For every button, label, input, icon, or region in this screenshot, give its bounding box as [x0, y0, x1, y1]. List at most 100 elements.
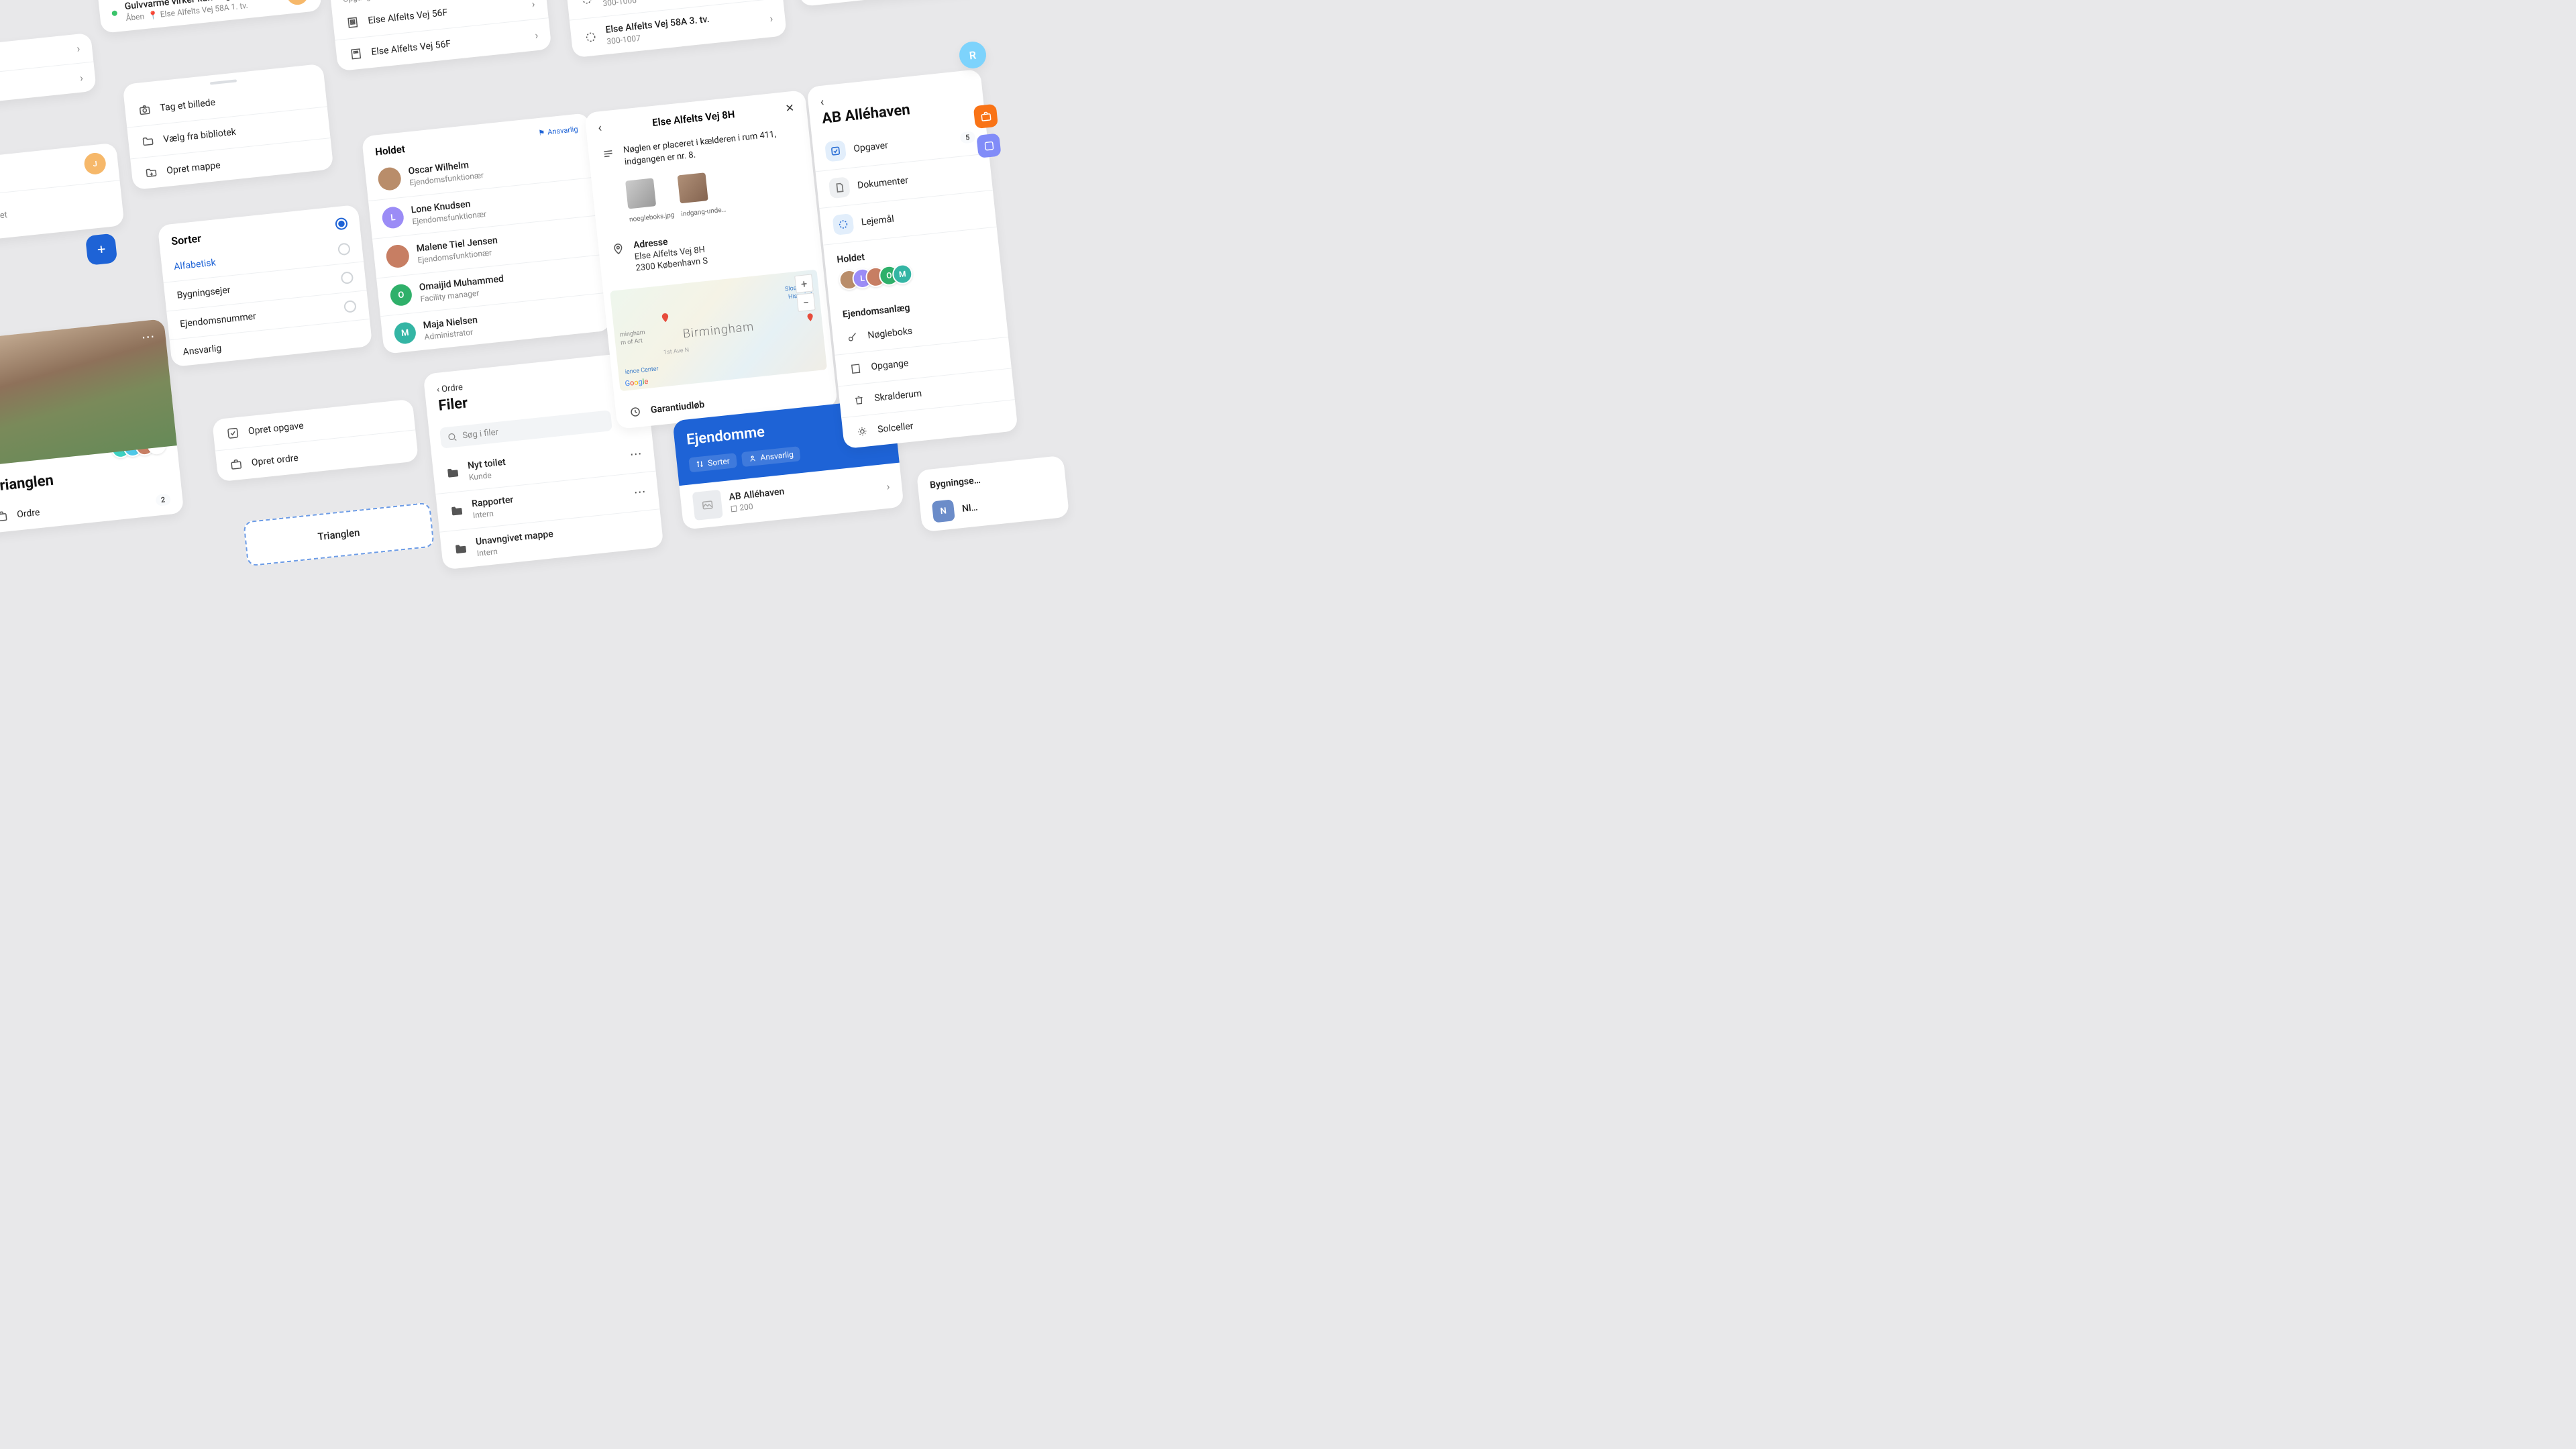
stairway-label: Else Alfelts Vej 56F: [371, 39, 451, 58]
search-placeholder: Søg i filer: [462, 427, 499, 441]
count-badge: 2: [155, 493, 171, 506]
chevron-icon: ›: [769, 11, 773, 24]
close-icon[interactable]: ✕: [785, 101, 795, 115]
chevron-icon: ›: [76, 42, 80, 55]
folder-icon: [140, 133, 156, 150]
back-icon[interactable]: ‹: [597, 121, 602, 135]
filter-chip[interactable]: Ansvarlig: [741, 446, 801, 467]
task-item[interactable]: Gulvvarme virker kun nogle gange Åben 📍 …: [98, 0, 322, 34]
search-icon: [447, 431, 458, 442]
zoom-out-button[interactable]: −: [796, 293, 816, 313]
description-icon: [600, 146, 616, 162]
zoom-in-button[interactable]: +: [794, 274, 814, 294]
sort-label: Bygningsejer: [176, 284, 231, 301]
image-label: noegleboks.jpg: [629, 212, 675, 224]
facility-label: Solceller: [877, 421, 914, 435]
menu-label: Vælg fra bibliotek: [163, 127, 237, 145]
chevron-icon: ›: [79, 71, 84, 84]
chevron-icon: ›: [885, 480, 890, 492]
document-icon: [828, 176, 851, 199]
menu-label: Opret opgave: [248, 421, 304, 437]
radio-icon[interactable]: [343, 300, 357, 313]
menu-label: Opret ordre: [251, 453, 299, 468]
folder-icon: [445, 465, 461, 481]
chevron-icon: ›: [534, 28, 539, 41]
sort-title: Sorter: [170, 232, 201, 248]
floating-avatar[interactable]: R: [958, 40, 987, 70]
placeholder-title: Trianglen: [317, 527, 360, 543]
radio-icon[interactable]: [337, 242, 351, 256]
property-thumbnail: [692, 490, 723, 521]
tab-label: Dokumenter: [857, 175, 908, 191]
briefcase-icon: [228, 456, 244, 472]
avatar: [377, 166, 402, 191]
map-attribution: Google: [625, 377, 649, 388]
folder-plus-icon: [143, 164, 159, 180]
drag-handle[interactable]: [210, 79, 237, 85]
more-icon[interactable]: ⋯: [629, 446, 643, 462]
sort-label: Alfabetisk: [173, 258, 216, 272]
image-label: indgang-unde…: [681, 207, 727, 219]
sun-icon: [854, 423, 870, 439]
assignee-avatar: J: [286, 0, 309, 6]
location-icon: [610, 241, 627, 258]
image-thumbnail[interactable]: [625, 178, 656, 209]
property-photo: ⋯: [0, 319, 177, 466]
clock-icon: [627, 404, 643, 420]
add-button[interactable]: [85, 233, 117, 266]
add-property-placeholder[interactable]: Trianglen: [243, 502, 434, 567]
map-poi: 1st Ave N: [663, 347, 690, 357]
map-marker-icon: [659, 312, 672, 327]
facility-label: Nøgleboks: [867, 326, 913, 341]
owner-name: Nl…: [961, 502, 978, 515]
sort-label: Ejendomsnummer: [179, 311, 256, 330]
map-marker-icon: [805, 312, 816, 325]
top-radio[interactable]: [335, 217, 348, 230]
tab-label: Lejemål: [861, 214, 894, 228]
task-item[interactable]: Visuel gennemgang… 📅 31. jun: [797, 0, 981, 7]
camera-icon: [137, 102, 153, 118]
building-icon: [348, 46, 364, 62]
sort-label: Ansvarlig: [182, 343, 222, 358]
secondary-icon-button[interactable]: [976, 133, 1001, 158]
briefcase-icon: [0, 508, 10, 525]
stairway-label: Else Alfelts Vej 56F: [368, 7, 448, 26]
tasks-icon: [824, 140, 847, 162]
map-poi: m of Art: [621, 338, 643, 347]
unit-icon: [583, 29, 599, 45]
back-icon[interactable]: ‹: [820, 95, 825, 109]
avatar: [385, 244, 410, 268]
assignee-avatar: J: [83, 152, 107, 175]
owner-avatar: N: [932, 499, 955, 523]
task-status: Åben: [125, 11, 145, 23]
orders-icon-button[interactable]: [973, 104, 998, 129]
trash-icon: [851, 392, 867, 408]
check-square-icon: [225, 425, 241, 441]
sort-chip[interactable]: Sorter: [688, 453, 737, 472]
avatar: L: [381, 206, 405, 229]
image-thumbnail[interactable]: [677, 173, 708, 204]
folder-icon: [449, 503, 465, 519]
menu-label: Opret mappe: [166, 160, 221, 176]
facility-label: Opgange: [871, 358, 909, 372]
facility-label: Skralderum: [874, 388, 922, 404]
property-meta: 200: [739, 502, 754, 513]
tab-label: Opgaver: [853, 140, 889, 154]
header-title: Ejendomme: [686, 423, 765, 448]
map-poi: ience Center: [625, 366, 659, 376]
more-icon[interactable]: ⋯: [140, 328, 155, 345]
warranty-label: Garantiudløb: [650, 400, 705, 416]
detail-title: Else Alfelts Vej 8H: [651, 108, 735, 129]
building-icon: [345, 15, 361, 31]
avatar: M: [393, 321, 417, 345]
status-dot: [111, 10, 117, 16]
unit-icon: [579, 0, 595, 7]
lease-icon: [833, 213, 855, 235]
map[interactable]: Birmingham Sloss Furn Historic L mingham…: [610, 270, 827, 392]
team-title: Holdet: [374, 143, 405, 158]
orders-label: Ordre: [17, 507, 41, 520]
more-icon[interactable]: ⋯: [633, 484, 647, 500]
chevron-icon: ›: [531, 0, 535, 10]
radio-icon[interactable]: [341, 271, 354, 284]
avatar: O: [389, 283, 413, 307]
